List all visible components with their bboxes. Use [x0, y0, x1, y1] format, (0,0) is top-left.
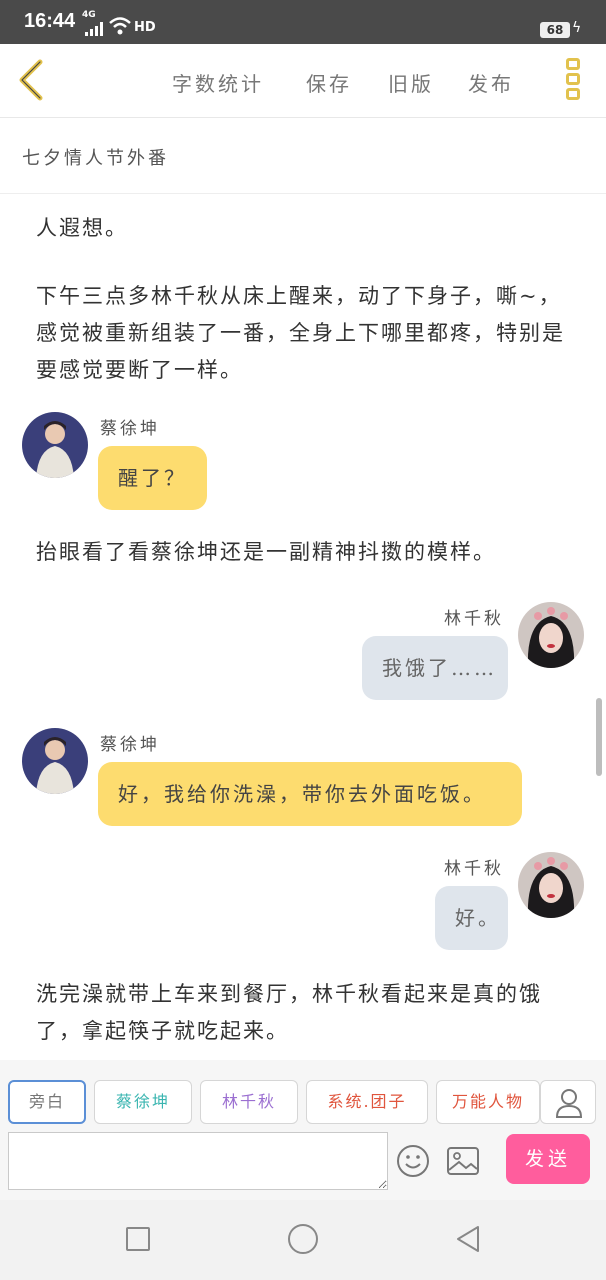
speaker-name: 林千秋 — [444, 859, 504, 879]
word-count-button[interactable]: 字数统计 — [172, 68, 264, 97]
network-type: 4G — [82, 10, 96, 20]
emoji-icon[interactable] — [396, 1144, 430, 1178]
home-icon[interactable] — [288, 1224, 318, 1254]
system-nav-bar — [0, 1200, 606, 1280]
person-icon — [555, 1089, 583, 1118]
avatar-lin-qianqiu[interactable] — [518, 852, 584, 918]
role-narrator[interactable]: 旁白 — [8, 1080, 86, 1124]
role-selector: 旁白 蔡徐坤 林千秋 系统.团子 万能人物 发送 — [0, 1060, 606, 1200]
speaker-name: 林千秋 — [444, 609, 504, 629]
avatar-cai-xukun[interactable] — [22, 412, 88, 478]
character-profile-button[interactable] — [540, 1080, 596, 1124]
nav-back-icon[interactable] — [454, 1224, 482, 1254]
back-chevron-icon[interactable] — [14, 58, 48, 102]
wifi-icon — [109, 17, 131, 35]
top-toolbar: 字数统计 保存 旧版 发布 — [0, 44, 606, 118]
image-icon[interactable] — [446, 1146, 480, 1176]
role-universal-character[interactable]: 万能人物 — [436, 1080, 540, 1124]
role-system-tuanzi[interactable]: 系统.团子 — [306, 1080, 428, 1124]
recent-apps-icon[interactable] — [126, 1227, 150, 1251]
chat-bubble-right[interactable]: 我饿了…… — [362, 636, 508, 700]
story-content[interactable]: 人遐想。 下午三点多林千秋从床上醒来，动了下身子，嘶~，感觉被重新组装了一番，全… — [0, 194, 606, 1060]
hd-indicator: HD — [134, 20, 156, 35]
paragraph-narration-2: 抬眼看了看蔡徐坤还是一副精神抖擞的模样。 — [36, 540, 496, 564]
speaker-name: 蔡徐坤 — [100, 735, 160, 755]
speaker-name: 蔡徐坤 — [100, 419, 160, 439]
save-button[interactable]: 保存 — [306, 68, 352, 97]
chat-bubble-right[interactable]: 好。 — [435, 886, 508, 950]
scrollbar[interactable] — [596, 698, 602, 776]
role-lin-qianqiu[interactable]: 林千秋 — [200, 1080, 298, 1124]
chat-bubble-left[interactable]: 好，我给你洗澡，带你去外面吃饭。 — [98, 762, 522, 826]
avatar-cai-xukun[interactable] — [22, 728, 88, 794]
paragraph-narration-1: 下午三点多林千秋从床上醒来，动了下身子，嘶~，感觉被重新组装了一番，全身上下哪里… — [36, 284, 565, 382]
chat-bubble-left[interactable]: 醒了？ — [98, 446, 207, 510]
chapter-header: 七夕情人节外番 — [0, 118, 606, 194]
avatar-lin-qianqiu[interactable] — [518, 602, 584, 668]
paragraph-narration-3: 洗完澡就带上车来到餐厅，林千秋看起来是真的饿了，拿起筷子就吃起来。 — [36, 982, 542, 1043]
status-bar: 16:44 4G HD 68 ϟ — [0, 0, 606, 44]
old-version-button[interactable]: 旧版 — [388, 68, 434, 97]
role-cai-xukun[interactable]: 蔡徐坤 — [94, 1080, 192, 1124]
battery-icon: 68 — [540, 22, 570, 38]
charging-icon: ϟ — [572, 20, 582, 36]
publish-button[interactable]: 发布 — [468, 68, 514, 97]
chapter-title[interactable]: 七夕情人节外番 — [22, 144, 169, 170]
more-menu-icon[interactable] — [562, 58, 584, 106]
paragraph-partial: 人遐想。 — [36, 216, 128, 240]
signal-icon — [85, 22, 103, 36]
message-input[interactable] — [8, 1132, 388, 1190]
send-button[interactable]: 发送 — [506, 1134, 590, 1184]
status-time: 16:44 — [24, 10, 76, 32]
